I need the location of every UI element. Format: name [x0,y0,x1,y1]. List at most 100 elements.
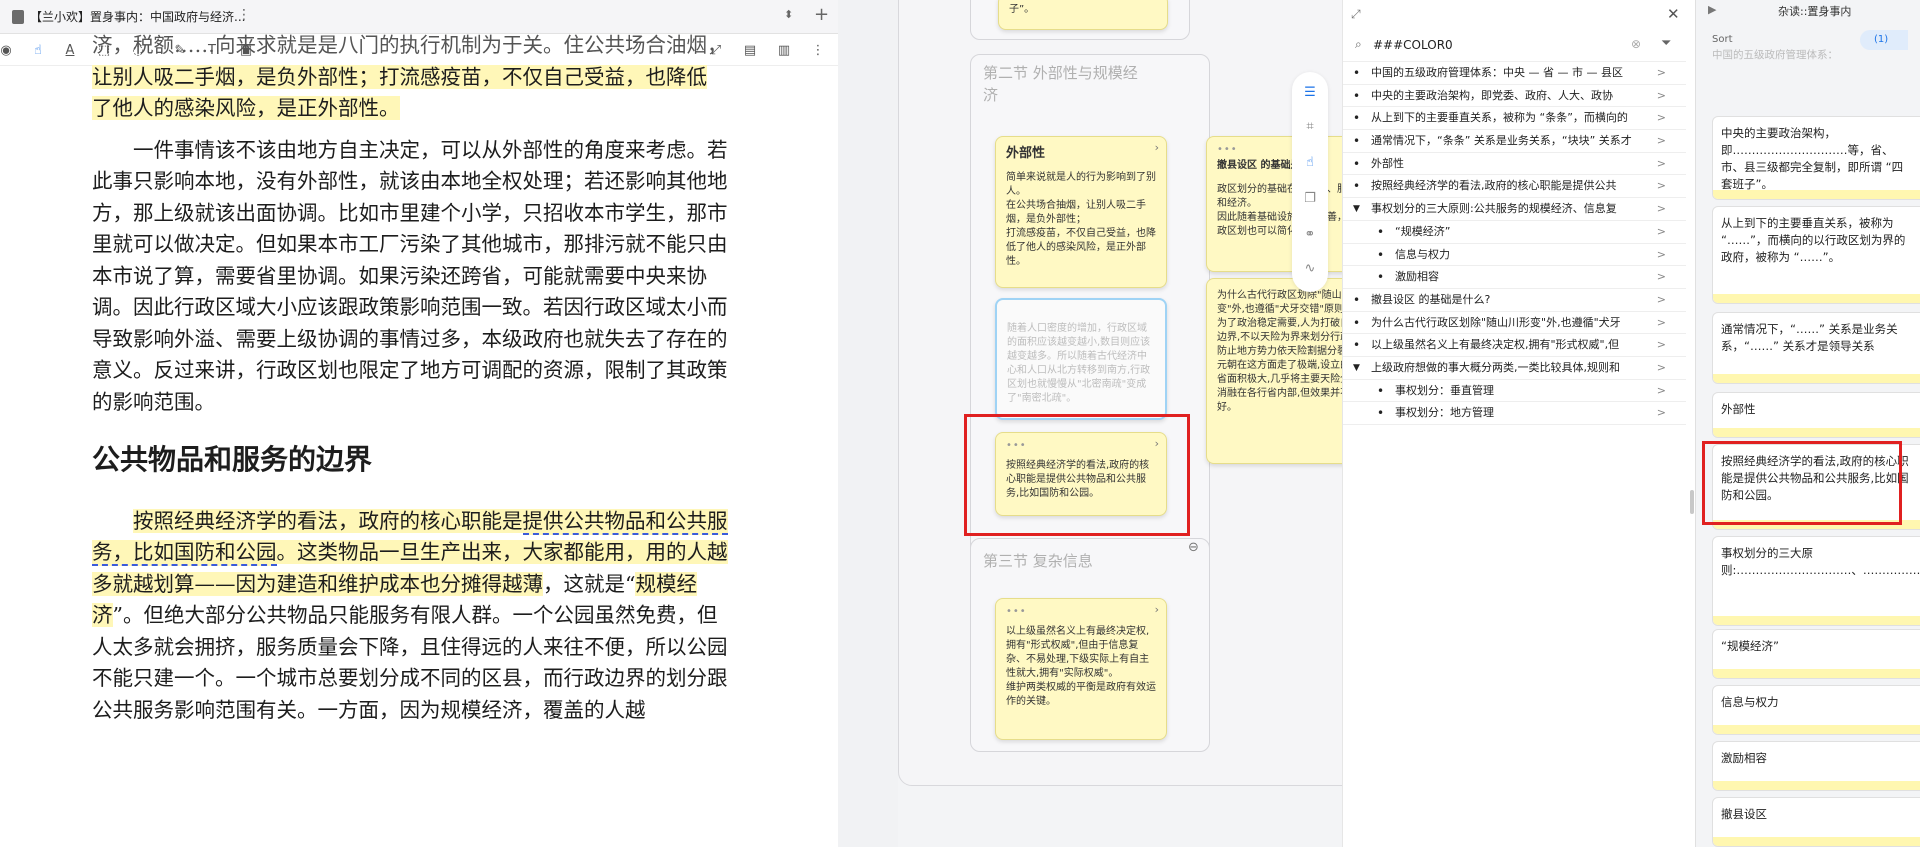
outline-item[interactable]: • 中央的主要政治架构，即党委、政府、人大、政协 > [1343,85,1686,108]
chevron-right-icon[interactable]: > [1657,62,1666,84]
paragraph-public-goods: 按照经典经济学的看法，政府的核心职能是提供公共物品和公共服务，比如国防和公园。这… [92,506,732,727]
outline-item-label: 中央的主要政治架构，即党委、政府、人大、政协 [1371,88,1613,102]
outline-scrollbar[interactable] [1690,490,1694,514]
mindmap-icon[interactable]: ⌗ [1300,116,1320,136]
highlight-core-function[interactable]: 按照经典经济学的看法，政府的核心职能是 [133,508,523,533]
bullet-icon: • [1353,292,1361,307]
card-info-body: 以上级虽然名义上有最终决定权,拥有"形式权威",但由于信息复杂、不易处理,下级实… [1006,626,1156,707]
bullet-icon: • [1377,224,1385,239]
chevron-right-icon[interactable]: > [1657,312,1666,334]
chevron-right-icon[interactable]: > [1657,334,1666,356]
bullet-icon: • [1353,179,1361,194]
highlight-red-box-card [1702,441,1902,525]
card-list-item[interactable]: 中央的主要政治架构，即…………………………等，省、市、县三级都完全复制，即所谓 … [1712,116,1920,200]
card-list-item[interactable]: 从上到下的主要垂直关系，被称为 “……”，而横向的以行政区划为界的政府，被称为 … [1712,206,1920,304]
outline-item[interactable]: • 激励相容 > [1343,266,1686,289]
outline-item[interactable]: • 事权划分：垂直管理 > [1343,380,1686,403]
link-icon[interactable]: ⚭ [1300,224,1320,244]
document-tab[interactable]: 【兰小欢】置身事内：中国政府与经济... [12,6,254,28]
more-vertical-icon[interactable]: ⋮ [808,40,828,60]
chevron-right-icon[interactable]: > [1657,85,1666,107]
chevron-right-icon[interactable]: > [1657,402,1666,424]
close-icon[interactable]: ✕ [1667,5,1680,23]
sort-button[interactable]: Sort [1712,34,1733,45]
highlight-red-box [964,414,1190,536]
card-list-item[interactable]: “规模经济” [1712,629,1920,679]
outline-item-label: 从上到下的主要垂直关系，被称为 “条条”，而横向的 [1371,111,1628,125]
card-list-item[interactable]: 事权划分的三大原则:…………………………、……………、…………。 [1712,536,1920,626]
caret-down-icon[interactable]: ▼ [1353,198,1360,220]
outline-item[interactable]: • “规模经济” > [1343,221,1686,244]
card-list-item[interactable]: 撤县设区 [1712,797,1920,847]
outline-item[interactable]: • 撤县设区 的基础是什么? > [1343,289,1686,312]
card-externality[interactable]: › 外部性 简单来说就是人的行为影响到了别人。 在公共场合抽烟，让别人吸二手烟，… [995,136,1167,288]
caret-down-icon[interactable]: ▼ [1353,357,1360,379]
filter-icon[interactable]: ⏷ [1661,36,1671,51]
card-color-strip [1713,837,1920,846]
chevron-right-icon[interactable]: > [1657,198,1666,220]
outline-item-label: 外部性 [1371,156,1404,170]
chevron-right-icon[interactable]: › [1155,603,1159,617]
reader-text: 济，税额……向来求就是是八门的执行机制为于关。住公共场合油烟， 让别人吸二手烟，… [92,33,732,736]
outline-search-input[interactable]: ###COLOR0 [1373,38,1453,52]
highlight-positive-externality[interactable]: 了他人的感染风险，是正外部性。 [92,96,400,120]
chevron-right-icon[interactable]: > [1657,380,1666,402]
bullet-icon: • [1353,315,1361,330]
hand-pointer-icon[interactable]: ☝ [28,40,48,60]
outline-item[interactable]: • 外部性 > [1343,153,1686,176]
mindmap-canvas[interactable]: 子”。 第二节 外部性与规模经济 › 外部性 简单来说就是人的行为影响到了别人。… [898,0,1378,847]
more-vertical-icon[interactable]: ⋮ [237,7,251,23]
card-top-partial[interactable]: 子”。 [998,0,1168,30]
outline-item[interactable]: • 从上到下的主要垂直关系，被称为 “条条”，而横向的 > [1343,107,1686,131]
outline-item[interactable]: • 按照经典经济学的看法,政府的核心职能是提供公共 > [1343,175,1686,199]
card-list-item[interactable]: 信息与权力 [1712,685,1920,735]
card-list-item[interactable]: 外部性 [1712,392,1920,438]
plus-icon[interactable]: + [814,4,829,25]
chevron-right-icon[interactable]: › [1155,141,1159,155]
card-list-item[interactable]: 通常情况下，“……” 关系是业务关系，“……” 关系才是领导关系 [1712,312,1920,384]
outline-item[interactable]: • 事权划分：地方管理 > [1343,402,1686,425]
note-icon[interactable]: ▤ [740,40,760,60]
chevron-right-icon[interactable]: > [1657,153,1666,175]
chevron-right-icon[interactable]: > [1657,175,1666,197]
card-population-faded[interactable]: 随着人口密度的增加，行政区域的面积应该越变越小,数目则应该越变越多。所以随着古代… [995,298,1167,420]
card-list-title[interactable]: 杂读::置身事内 [1778,3,1851,19]
draw-icon[interactable]: ∿ [1300,258,1320,278]
chevron-right-icon[interactable]: > [1657,357,1666,379]
outline-item[interactable]: ▼ 事权划分的三大原则:公共服务的规模经济、信息复 > [1343,198,1686,221]
chevron-right-icon[interactable]: > [1657,130,1666,152]
outline-item[interactable]: • 通常情况下，“条条” 关系是业务关系，“块块” 关系才 > [1343,130,1686,153]
outline-item-label: 上级政府想做的事大概分两类,一类比较具体,规则和 [1371,360,1620,374]
outline-item-label: 通常情况下，“条条” 关系是业务关系，“块块” 关系才 [1371,134,1632,148]
pointer-icon[interactable]: ☝ [1300,152,1320,172]
outline-item[interactable]: • 信息与权力 > [1343,244,1686,267]
card-list-item-text: “规模经济” [1721,639,1779,653]
outline-item[interactable]: • 为什么古代行政区划除"随山川形变"外,也遵循"犬牙 > [1343,312,1686,335]
collapse-icon[interactable]: ⊖ [1188,540,1199,555]
up-down-icon[interactable]: ⬍ [784,8,793,21]
expand-icon[interactable]: ⤢ [1351,7,1361,22]
card-list-item[interactable]: 激励相容 [1712,741,1920,791]
eye-icon[interactable]: ◉ [0,40,16,60]
outline-header: ⤢ ✕ [1343,0,1686,30]
list-icon[interactable]: ☰ [1300,82,1320,102]
text-color-icon[interactable]: A [60,40,80,60]
chevron-right-icon[interactable]: > [1657,244,1666,266]
document-tab-title: 【兰小欢】置身事内：中国政府与经济... [30,10,246,24]
clear-search-icon[interactable]: ⊗ [1631,37,1641,51]
pane-divider[interactable] [838,0,898,847]
chevron-right-icon[interactable]: > [1657,221,1666,243]
card-info-authority[interactable]: ••• › 以上级虽然名义上有最终决定权,拥有"形式权威",但由于信息复杂、不易… [995,598,1167,740]
copy-icon[interactable]: ❐ [1300,188,1320,208]
outline-item[interactable]: • 以上级虽然名义上有最终决定权,拥有"形式权威",但 > [1343,334,1686,357]
outline-item[interactable]: • 中国的五级政府管理体系：中央 — 省 — 市 — 县区 > [1343,62,1686,85]
chevron-right-icon[interactable]: > [1657,107,1666,129]
save-icon[interactable]: ▥ [774,40,794,60]
bullet-icon: • [1353,111,1361,126]
highlight-negative-externality[interactable]: 让别人吸二手烟，是负外部性；打流感疫苗，不仅自己受益，也降低 [92,64,707,89]
play-icon[interactable]: ▶ [1708,3,1716,16]
card-population-body: 随着人口密度的增加，行政区域的面积应该越变越小,数目则应该越变越多。所以随着古代… [1007,323,1151,404]
chevron-right-icon[interactable]: > [1657,266,1666,288]
outline-item[interactable]: ▼ 上级政府想做的事大概分两类,一类比较具体,规则和 > [1343,357,1686,380]
chevron-right-icon[interactable]: > [1657,289,1666,311]
